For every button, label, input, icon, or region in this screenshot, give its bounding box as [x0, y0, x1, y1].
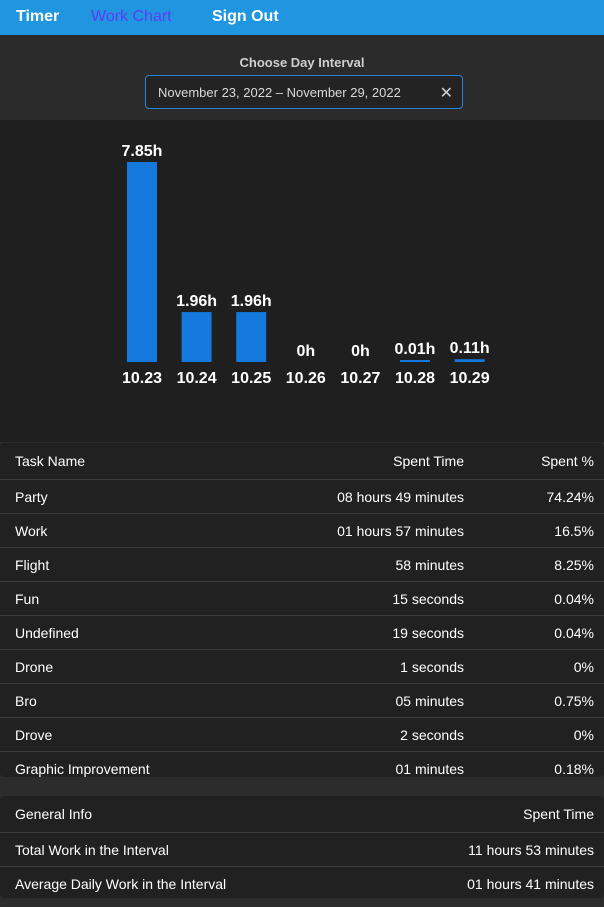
- spent-time-cell: 2 seconds: [400, 727, 464, 743]
- task-name-cell: Drone: [15, 659, 54, 675]
- bar-value-label: 0h: [351, 343, 370, 360]
- bar: [181, 312, 212, 362]
- x-tick-label: 10.28: [395, 370, 435, 387]
- table-row: Total Work in the Interval 11 hours 53 mi…: [0, 833, 604, 867]
- bar-value-label: 1.96h: [176, 293, 217, 310]
- info-value-cell: 01 hours 41 minutes: [467, 876, 594, 892]
- spent-time-cell: 01 minutes: [395, 761, 464, 777]
- bar-value-label: 1.96h: [231, 293, 272, 310]
- task-name-cell: Flight: [15, 557, 50, 573]
- spent-percent-cell: 0.04%: [554, 625, 594, 641]
- general-info-table: General Info Spent Time Total Work in th…: [0, 796, 604, 898]
- bar-value-label: 0.11h: [450, 340, 490, 357]
- tasks-header-row: Task Name Spent Time Spent %: [0, 443, 604, 480]
- table-row: Drone 1 seconds 0%: [0, 650, 604, 684]
- x-tick-label: 10.24: [177, 370, 217, 387]
- bar: [236, 312, 267, 362]
- nav-work-chart-link[interactable]: Work Chart: [91, 8, 172, 26]
- spent-percent-cell: 0.04%: [554, 591, 594, 607]
- bar: [400, 360, 430, 362]
- task-name-cell: Fun: [15, 591, 40, 607]
- task-name-cell: Work: [15, 523, 48, 539]
- header-task-name: Task Name: [15, 453, 86, 469]
- table-row: Undefined 19 seconds 0.04%: [0, 616, 604, 650]
- header-general-spent-time: Spent Time: [523, 806, 594, 822]
- spent-percent-cell: 0%: [573, 727, 594, 743]
- interval-label: Choose Day Interval: [239, 55, 365, 70]
- table-row: Party 08 hours 49 minutes 74.24%: [0, 480, 604, 514]
- x-tick-label: 10.27: [340, 370, 380, 387]
- x-tick-label: 10.29: [450, 370, 490, 387]
- task-name-cell: Drove: [15, 727, 53, 743]
- spent-percent-cell: 16.5%: [554, 523, 594, 539]
- header-spent-percent: Spent %: [541, 453, 594, 469]
- nav-sign-out-link[interactable]: Sign Out: [212, 8, 279, 26]
- spent-percent-cell: 74.24%: [546, 489, 594, 505]
- spent-time-cell: 1 seconds: [400, 659, 464, 675]
- spent-percent-cell: 0.18%: [554, 761, 594, 777]
- spent-time-cell: 08 hours 49 minutes: [337, 489, 464, 505]
- tasks-table: Task Name Spent Time Spent % Party 08 hou…: [0, 443, 604, 777]
- date-range-input[interactable]: November 23, 2022 – November 29, 2022 ✕: [145, 75, 463, 109]
- nav-timer-link[interactable]: Timer: [16, 8, 59, 26]
- task-name-cell: Bro: [15, 693, 37, 709]
- bar-value-label: 0h: [296, 343, 315, 360]
- bar: [454, 359, 485, 362]
- table-row: Bro 05 minutes 0.75%: [0, 684, 604, 718]
- table-row: Work 01 hours 57 minutes 16.5%: [0, 514, 604, 548]
- table-row: Drove 2 seconds 0%: [0, 718, 604, 752]
- bar-chart: 7.85h 10.23 1.96h 10.24 1.96h 10.25 0h 10.26 0h 1…: [122, 143, 490, 387]
- header-general-info: General Info: [15, 806, 93, 822]
- top-nav: Timer Work Chart Sign Out: [0, 0, 604, 35]
- table-row: Average Daily Work in the Interval 01 hou…: [0, 867, 604, 900]
- info-label-cell: Average Daily Work in the Interval: [15, 876, 227, 892]
- spent-time-cell: 19 seconds: [392, 625, 464, 641]
- spent-time-cell: 01 hours 57 minutes: [337, 523, 464, 539]
- table-row: Flight 58 minutes 8.25%: [0, 548, 604, 582]
- x-tick-label: 10.23: [122, 370, 162, 387]
- table-row: Fun 15 seconds 0.04%: [0, 582, 604, 616]
- section-gap: [0, 777, 604, 796]
- bar: [127, 162, 157, 362]
- spent-time-cell: 58 minutes: [395, 557, 464, 573]
- bar-value-label: 0.01h: [395, 341, 436, 358]
- work-chart: 7.85h 10.23 1.96h 10.24 1.96h 10.25 0h 10.26 0h 1…: [0, 120, 604, 442]
- spent-percent-cell: 0%: [573, 659, 594, 675]
- general-header-row: General Info Spent Time: [0, 796, 604, 833]
- info-label-cell: Total Work in the Interval: [15, 842, 169, 858]
- spent-time-cell: 15 seconds: [392, 591, 464, 607]
- task-name-cell: Party: [15, 489, 48, 505]
- info-value-cell: 11 hours 53 minutes: [468, 842, 594, 858]
- spent-time-cell: 05 minutes: [395, 693, 464, 709]
- bar-value-label: 7.85h: [122, 143, 163, 160]
- task-name-cell: Undefined: [15, 625, 79, 641]
- spent-percent-cell: 8.25%: [554, 557, 594, 573]
- interval-section: Choose Day Interval November 23, 2022 – …: [0, 35, 604, 120]
- x-tick-label: 10.25: [231, 370, 271, 387]
- spent-percent-cell: 0.75%: [554, 693, 594, 709]
- date-range-value: November 23, 2022 – November 29, 2022: [158, 85, 401, 100]
- close-icon[interactable]: ✕: [440, 83, 453, 103]
- task-name-cell: Graphic Improvement: [15, 761, 150, 777]
- header-spent-time: Spent Time: [393, 453, 464, 469]
- x-tick-label: 10.26: [286, 370, 326, 387]
